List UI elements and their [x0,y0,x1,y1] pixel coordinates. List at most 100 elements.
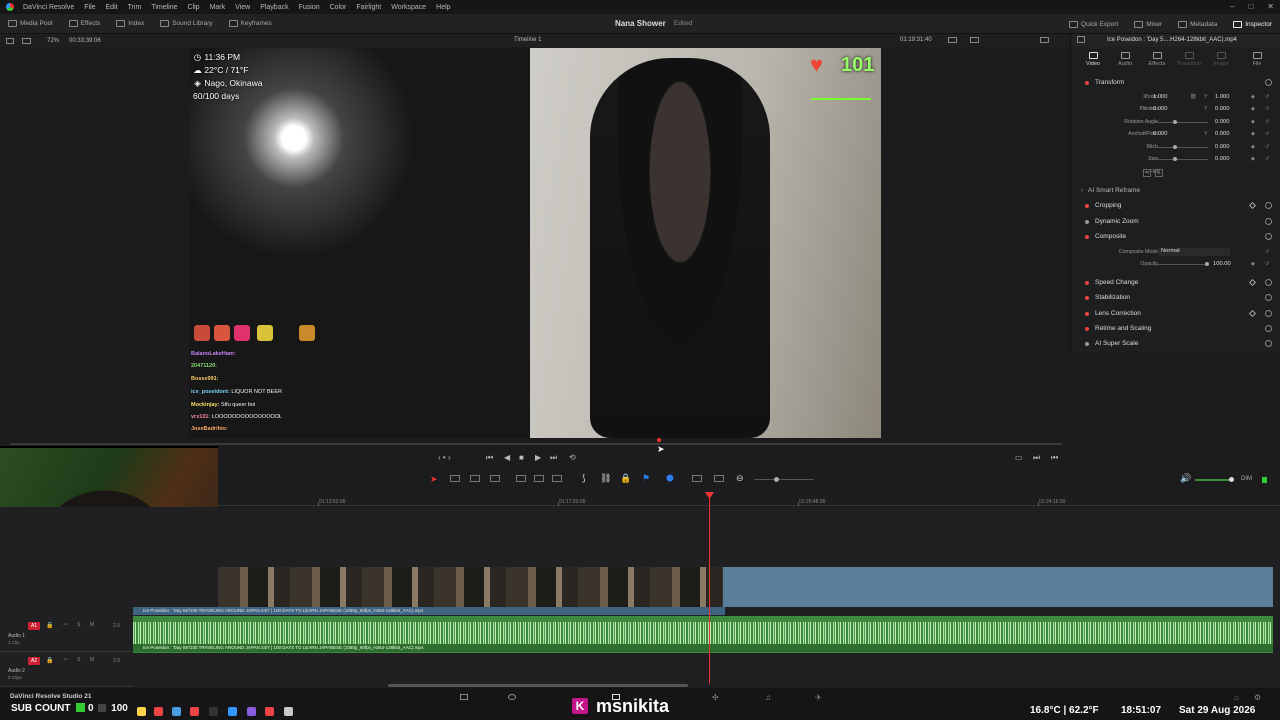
zoom-custom-icon[interactable]: ⊖ [736,473,744,484]
prev-edit-icon[interactable]: ⏮ [1051,453,1058,463]
play-icon[interactable]: ▶ [535,453,541,462]
pitch-value[interactable]: 0.000 [1215,144,1230,150]
keyframes-button[interactable]: Keyframes [221,20,280,27]
keyframe-icon[interactable]: ◆ [1251,94,1255,100]
menu-clip[interactable]: Clip [183,4,205,11]
blade-tool-icon[interactable] [490,475,500,482]
trim-tool-icon[interactable] [450,475,460,482]
menu-help[interactable]: Help [431,4,455,11]
speaker-icon[interactable]: 🔊 [1180,473,1191,484]
selection-tool-icon[interactable]: ➤ [430,474,438,485]
cut-page-icon[interactable] [508,694,516,700]
auto-select-icon[interactable]: ⇔ [62,656,69,663]
reset-icon[interactable] [1265,202,1272,209]
taskbar-app-icon[interactable] [284,707,293,716]
viewer-scrubber[interactable] [10,443,1062,445]
slider-knob[interactable] [1173,157,1177,161]
section-ai-super-scale[interactable]: AI Super Scale [1071,337,1280,352]
inspector-button[interactable]: Inspector [1225,20,1280,28]
keyframe-icon[interactable] [1248,309,1257,318]
track-header-a1[interactable]: A1 🔒 ⇔ S M 2.0 Audio 1 1 Clip [0,618,133,652]
timeline-name[interactable]: Timeline 1 [514,37,541,43]
section-transform[interactable]: Transform [1071,76,1280,91]
insert-clip-icon[interactable] [516,475,526,482]
enable-dot[interactable] [1085,81,1089,85]
zoom-full-icon[interactable] [692,475,702,482]
match-frame-icon[interactable]: ▭ [1015,453,1023,462]
next-edit-icon[interactable]: ⏭ [1033,453,1040,463]
inspector-layout-icon[interactable] [1077,36,1085,43]
audio-clip[interactable]: Ice Poseidon : 'Day 59'/100 TRAVELING AR… [133,616,1273,653]
media-pool-button[interactable]: Media Pool [0,20,61,27]
menu-timeline[interactable]: Timeline [146,4,182,11]
video-viewer[interactable]: ◷ 11:36 PM ☁ 22°C / 71°F ◈ Nago, Okinawa… [189,48,881,438]
pitch-slider[interactable] [1148,147,1208,148]
mute-button[interactable]: M [90,622,94,628]
enable-dot[interactable] [1085,281,1089,285]
maximize-icon[interactable]: □ [1248,2,1253,11]
minimize-icon[interactable]: – [1230,2,1234,11]
tab-effects[interactable]: Effects [1141,52,1173,67]
zoom-x-value[interactable]: 1.000 [1153,94,1168,100]
go-to-end-icon[interactable]: ⏭ [550,453,557,463]
viewer-mode-icon[interactable] [970,37,979,43]
reset-icon[interactable] [1265,340,1272,347]
effects-button[interactable]: Effects [61,20,109,27]
settings-icon[interactable]: ⚙ [1254,693,1261,702]
keyframe-icon[interactable] [1248,278,1257,287]
snapping-icon[interactable]: ⟆ [582,473,586,484]
menu-fusion[interactable]: Fusion [294,4,325,11]
keyframe-icon[interactable]: ◆ [1251,261,1255,267]
reset-icon[interactable]: ↺ [1265,119,1269,125]
reset-icon[interactable] [1265,294,1272,301]
reset-icon[interactable] [1265,279,1272,286]
reset-icon[interactable] [1265,79,1272,86]
reset-icon[interactable]: ↺ [1265,249,1269,255]
position-x-value[interactable]: 0.000 [1153,106,1168,112]
taskbar-app-icon[interactable] [247,707,256,716]
enable-dot[interactable] [1085,312,1089,316]
zoom-y-value[interactable]: 1.000 [1215,94,1230,100]
track-header-a2[interactable]: A2 🔒 ⇔ S M 2.0 Audio 2 0 Clips [0,653,133,687]
home-icon[interactable]: ⌂ [1234,693,1239,702]
section-cropping[interactable]: Cropping [1071,199,1280,214]
lock-icon[interactable]: 🔒 [46,657,53,664]
reset-icon[interactable]: ↺ [1265,106,1269,112]
mute-button[interactable]: M [90,657,94,663]
taskbar-app-icon[interactable] [154,707,163,716]
reset-icon[interactable]: ↺ [1265,156,1269,162]
keyframe-icon[interactable]: ◆ [1251,119,1255,125]
yaw-value[interactable]: 0.000 [1215,156,1230,162]
mixer-button[interactable]: Mixer [1126,20,1170,28]
enable-dot[interactable] [1085,327,1089,331]
menu-color[interactable]: Color [325,4,352,11]
quick-export-button[interactable]: Quick Export [1061,20,1126,28]
section-lens-correction[interactable]: Lens Correction [1071,307,1280,322]
menu-trim[interactable]: Trim [123,4,147,11]
zoom-detail-icon[interactable] [714,475,724,482]
reset-icon[interactable] [1265,325,1272,332]
menu-fairlight[interactable]: Fairlight [351,4,386,11]
tab-file[interactable]: File [1241,52,1273,67]
linked-selection-icon[interactable]: ⛓ [600,473,611,484]
link-icon[interactable]: ⛓ [1190,94,1197,100]
position-y-value[interactable]: 0.000 [1215,106,1230,112]
slider-knob[interactable] [1173,120,1177,124]
enable-dot[interactable] [1085,235,1089,239]
flip-vertical-icon[interactable]: ⇅ [1155,169,1164,177]
tab-video[interactable]: Video [1077,52,1109,67]
auto-select-icon[interactable]: ⇔ [62,621,69,628]
keyframe-icon[interactable]: ◆ [1251,131,1255,137]
reset-icon[interactable] [1265,310,1272,317]
opacity-value[interactable]: 100.00 [1213,261,1231,267]
section-stabilization[interactable]: Stabilization [1071,291,1280,306]
volume-slider[interactable] [1195,479,1231,481]
taskbar-app-icon[interactable] [228,707,237,716]
fairlight-page-icon[interactable]: ♫ [765,693,771,702]
loop-icon[interactable]: ⟲ [569,453,576,462]
slider-knob[interactable] [1205,262,1209,266]
reset-icon[interactable]: ↺ [1265,261,1269,267]
video-clip-region[interactable] [723,567,1273,607]
menu-view[interactable]: View [230,4,255,11]
slider-knob[interactable] [1173,145,1177,149]
